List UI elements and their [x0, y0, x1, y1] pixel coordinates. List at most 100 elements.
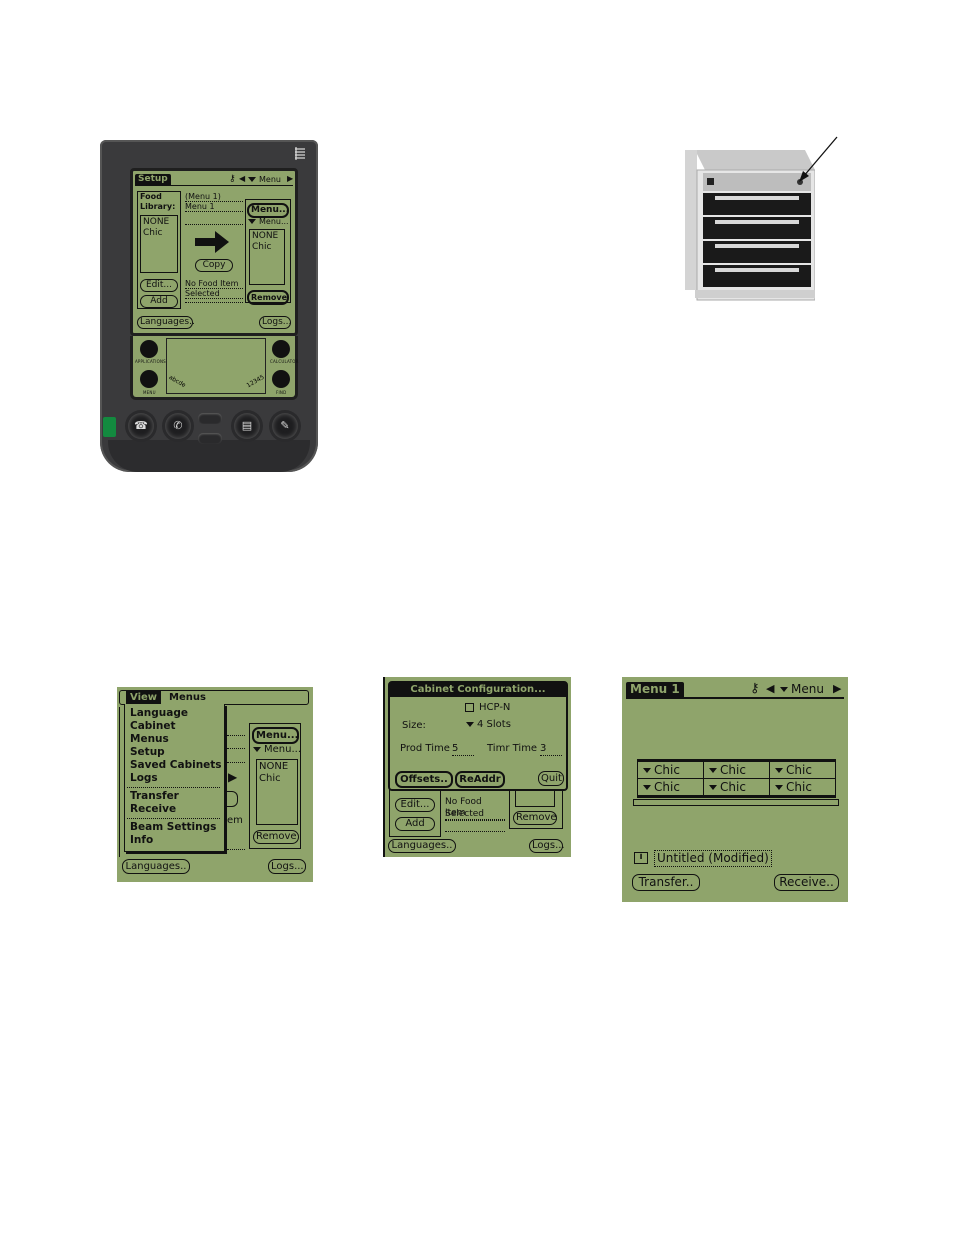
logs-button[interactable]: Logs...: [529, 839, 565, 853]
cabinet-config-dialog: Cabinet Configuration... HCP-N Size: 4 S…: [388, 681, 568, 791]
memo-icon[interactable]: ✎: [272, 413, 298, 439]
grid-cell[interactable]: Chic: [703, 778, 770, 796]
offsets-button[interactable]: Offsets..: [395, 771, 453, 788]
languages-button[interactable]: Languages..: [122, 859, 190, 874]
menu-name-field-1[interactable]: (Menu 1): [185, 192, 243, 202]
cabinet-grid: Chic Chic Chic Chic Chic Chic: [637, 759, 836, 798]
grid-cell[interactable]: Chic: [703, 761, 770, 779]
menu-item-saved-cabinets[interactable]: Saved Cabinets: [130, 759, 224, 772]
list-item[interactable]: NONE: [259, 761, 295, 773]
dialog-title: Cabinet Configuration...: [390, 683, 566, 697]
menu-item-transfer[interactable]: Transfer: [130, 790, 224, 803]
menu-button[interactable]: Menu...: [247, 203, 289, 218]
menu-name-field-2[interactable]: Menu 1: [185, 202, 243, 212]
find-label: FIND: [276, 390, 287, 395]
transfer-button[interactable]: Transfer..: [632, 874, 700, 891]
cabinet-config-screenshot: Edit... Add No Food Item Selected Remove…: [383, 677, 571, 857]
menu-item-receive[interactable]: Receive: [130, 803, 224, 816]
copy-arrow-icon: [195, 231, 231, 257]
bg-dots: [227, 748, 245, 749]
menu-items-list[interactable]: NONE Chic: [249, 229, 285, 285]
grid-cell[interactable]: Chic: [637, 778, 704, 796]
add-button[interactable]: Add: [140, 295, 178, 308]
readdr-button[interactable]: ReAddr: [455, 771, 505, 788]
menu-icon[interactable]: [140, 370, 158, 388]
calculator-icon[interactable]: [272, 340, 290, 358]
menu-dropdown[interactable]: Menu...: [253, 744, 301, 756]
grid-row: Chic Chic Chic: [637, 778, 836, 796]
menu-grid-screenshot: Menu 1 ⚷ ◀ Menu ▶ Chic Chic Chic Chic Ch…: [622, 677, 848, 902]
menu-button[interactable]: Menu...: [252, 727, 299, 744]
scroll-up-button[interactable]: [198, 413, 222, 424]
remove-button[interactable]: Remove: [247, 290, 289, 305]
key-icon[interactable]: ⚷: [229, 174, 236, 184]
menu-category-dropdown[interactable]: Menu: [780, 682, 824, 697]
list-item[interactable]: Chic: [252, 242, 282, 253]
device-base: [108, 440, 310, 472]
menu-item-cabinet[interactable]: Cabinet: [130, 720, 224, 733]
list-item[interactable]: NONE: [252, 231, 282, 242]
right-arrow-icon[interactable]: ▶: [287, 174, 293, 183]
grid-cell[interactable]: Chic: [769, 761, 836, 779]
remove-button[interactable]: Remove: [513, 811, 557, 825]
dropdown-triangle-icon: [775, 768, 783, 773]
quit-button[interactable]: Quit: [538, 771, 564, 786]
checkbox-icon[interactable]: [465, 702, 474, 712]
applications-label: APPLICATIONS: [135, 359, 166, 364]
left-arrow-icon[interactable]: ◀: [239, 174, 245, 183]
info-icon[interactable]: i: [634, 852, 648, 864]
languages-button[interactable]: Languages..: [388, 839, 456, 853]
edit-button[interactable]: Edit...: [140, 279, 178, 292]
file-name-field[interactable]: Untitled (Modified): [654, 850, 772, 867]
key-icon[interactable]: ⚷: [750, 681, 760, 696]
date-book-icon[interactable]: ☎: [128, 413, 154, 439]
grid-cell[interactable]: Chic: [637, 761, 704, 779]
edit-button[interactable]: Edit...: [395, 798, 435, 812]
list-item[interactable]: Chic: [143, 228, 175, 239]
food-library-label: Food Library:: [140, 192, 176, 211]
right-arrow-icon[interactable]: ▶: [833, 682, 841, 695]
logs-button[interactable]: Logs...: [259, 316, 291, 329]
grid-cell[interactable]: Chic: [769, 778, 836, 796]
prod-time-label: Prod Time: [400, 743, 450, 754]
food-library-list[interactable]: NONE Chic: [140, 215, 178, 273]
menu-items-list[interactable]: NONE Chic: [256, 759, 298, 825]
copy-button[interactable]: Copy: [195, 259, 233, 272]
grid-row: Chic Chic Chic: [637, 761, 836, 779]
left-arrow-icon[interactable]: ◀: [766, 682, 774, 695]
title-underline: [626, 697, 844, 699]
grid-base: [633, 799, 839, 806]
hcp-n-checkbox[interactable]: HCP-N: [465, 702, 510, 714]
scroll-down-button[interactable]: [198, 433, 222, 444]
menu-item-beam-settings[interactable]: Beam Settings: [130, 821, 224, 834]
menu-item-setup[interactable]: Setup: [130, 746, 224, 759]
menu-dropdown[interactable]: Menu...: [248, 217, 289, 227]
applications-icon[interactable]: [140, 340, 158, 358]
dropdown-triangle-icon: [466, 721, 474, 727]
menu-item-logs[interactable]: Logs: [130, 772, 224, 785]
languages-button[interactable]: Languages..: [137, 316, 195, 329]
menu-item-menus[interactable]: Menus: [130, 733, 224, 746]
list-item[interactable]: Chic: [259, 773, 295, 785]
add-button[interactable]: Add: [395, 817, 435, 831]
list-item[interactable]: NONE: [143, 217, 175, 228]
address-phone-icon[interactable]: ✆: [165, 413, 191, 439]
status-text-1: No Food Item: [185, 279, 243, 289]
menu-item-language[interactable]: Language: [130, 707, 224, 720]
remove-button[interactable]: Remove: [253, 830, 299, 844]
timr-time-field[interactable]: 3: [540, 743, 562, 756]
find-icon[interactable]: [272, 370, 290, 388]
blank-field[interactable]: [185, 215, 243, 225]
logs-button[interactable]: Logs...: [268, 859, 306, 874]
todo-icon[interactable]: ▤: [234, 413, 260, 439]
menu-category-dropdown[interactable]: Menu: [248, 174, 281, 185]
menubar-view[interactable]: View: [126, 691, 162, 704]
size-dropdown[interactable]: 4 Slots: [466, 719, 511, 731]
bg-button-fragment: [227, 791, 238, 807]
receive-button[interactable]: Receive..: [774, 874, 839, 891]
prod-time-field[interactable]: 5: [452, 743, 474, 756]
dropdown-triangle-icon: [248, 177, 256, 182]
title-underline: [135, 185, 293, 186]
menu-item-info[interactable]: Info: [130, 834, 224, 847]
menubar-menus[interactable]: Menus: [169, 691, 206, 704]
